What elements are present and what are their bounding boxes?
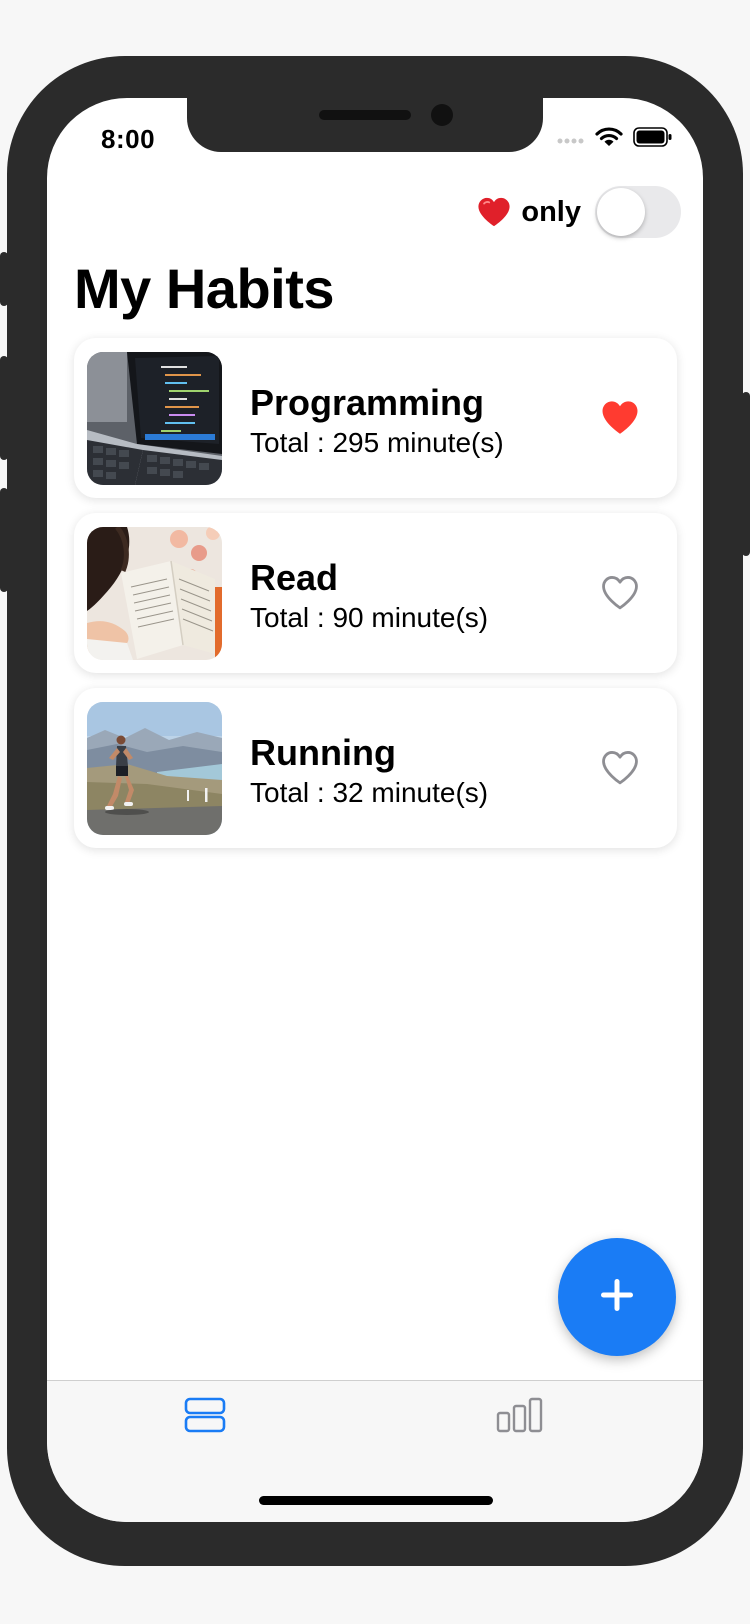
favorite-outline-heart-icon[interactable] [599,572,641,614]
reading-book-photo [87,527,222,660]
speaker-grille [319,110,411,120]
tab-habits[interactable] [184,1397,226,1438]
toggle-knob [597,188,645,236]
status-icons [557,126,673,153]
plus-icon [599,1277,635,1318]
habit-list: Programming Total : 295 minute(s) Read T… [74,338,677,863]
screen: 8:00 only My Habits Programming Total: … [47,98,703,1522]
habit-card-read[interactable]: Read Total : 90 minute(s) [74,513,677,673]
battery-icon [633,127,673,152]
habit-card-running[interactable]: Running Total : 32 minute(s) [74,688,677,848]
chart-icon [496,1397,544,1437]
add-habit-button[interactable] [558,1238,676,1356]
red-heart-icon [477,196,511,228]
habit-total: Total : 32 minute(s) [250,777,489,808]
favorites-only-toggle[interactable] [595,186,681,238]
habit-name: Read [250,557,339,598]
notch [187,98,543,152]
page-title: My Habits [74,257,335,320]
volume-down-button [0,488,8,592]
wifi-icon [595,126,623,153]
status-time: 8:00 [101,124,156,154]
phone-frame: 8:00 only My Habits Programming Total: … [0,56,750,1566]
mute-switch [0,252,8,306]
favorite-outline-heart-icon[interactable] [599,747,641,789]
runner-photo [87,702,222,835]
habit-total: Total : 295 minute(s) [250,427,504,458]
favorite-filled-heart-icon[interactable] [599,397,641,439]
habit-name: Programming [250,382,485,423]
cellular-signal-icon [557,131,585,149]
favorites-filter: only [477,186,681,238]
power-button [742,392,750,556]
tab-statistics[interactable] [496,1397,544,1438]
home-indicator[interactable] [259,1496,493,1505]
habit-total: Total : 90 minute(s) [250,602,489,633]
filter-label: only [521,195,581,228]
laptop-code-photo [87,352,222,485]
habit-card-programming[interactable]: Programming Total : 295 minute(s) [74,338,677,498]
front-camera [431,104,453,126]
list-icon [184,1397,226,1437]
volume-up-button [0,356,8,460]
habit-name: Running [250,732,396,773]
